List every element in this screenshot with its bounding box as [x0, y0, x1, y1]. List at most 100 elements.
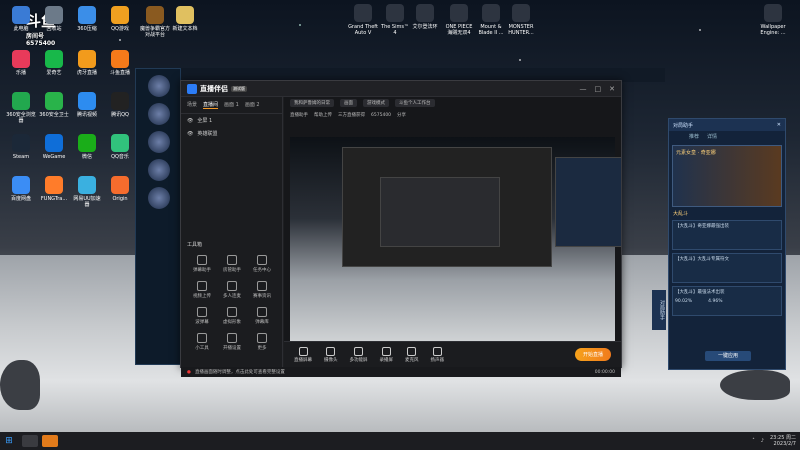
tab-scene[interactable]: 场景	[187, 101, 197, 109]
desktop-icon[interactable]: 微信	[72, 134, 102, 160]
desktop-icon[interactable]: 此电脑	[6, 6, 36, 32]
desktop-icon[interactable]: WeGame	[39, 134, 69, 160]
tab-live-room[interactable]: 直播间	[203, 101, 219, 109]
taskbar-app-streaming[interactable]	[42, 435, 58, 447]
desktop-icon[interactable]: 爱奇艺	[39, 50, 69, 76]
desktop-icon[interactable]: 魔兽争霸官方对战平台	[140, 6, 170, 38]
windows-icon[interactable]: ⊞	[0, 436, 18, 446]
desktop-icon[interactable]: Origin	[105, 176, 135, 202]
tab-scene-2[interactable]: 画面 2	[245, 101, 260, 109]
close-icon[interactable]: ✕	[777, 122, 781, 128]
desktop-icon[interactable]: 360压缩	[72, 6, 102, 32]
preview-mode-button[interactable]: 游戏模式	[363, 99, 389, 107]
watermark-room-label: 房间号	[26, 33, 45, 40]
desktop-icon[interactable]: QQ音乐	[105, 134, 135, 160]
microphone-button[interactable]: 麦克风	[405, 346, 419, 363]
desktop-icon[interactable]: 艾尔登法环	[410, 4, 440, 30]
build-row[interactable]: 【大乱斗】最强法术出装 90.02% 4.96%	[672, 286, 782, 316]
toolbox-item[interactable]: 虚拟形象	[217, 307, 247, 325]
desktop-icon[interactable]: 360安全卫士	[39, 92, 69, 118]
record-screen-button[interactable]: 录播屏	[380, 346, 393, 363]
champion-thumb[interactable]	[148, 131, 170, 153]
desktop-icon[interactable]: 百度网盘	[6, 176, 36, 202]
tab-recommend[interactable]: 推荐	[689, 133, 699, 140]
tab-scene-1[interactable]: 画面 1	[224, 101, 239, 109]
desktop-icon[interactable]: Wallpaper Engine: ...	[758, 4, 788, 36]
source-item[interactable]: 👁 全屏 1	[181, 114, 282, 127]
champion-thumb[interactable]	[148, 75, 170, 97]
eye-icon[interactable]: 👁	[187, 118, 193, 124]
desktop-icon[interactable]: 360安全浏览器	[6, 92, 36, 124]
archive-icon	[78, 6, 96, 24]
camera-button[interactable]: 摄像头	[324, 346, 338, 363]
desktop-icon[interactable]: FUNGTra...	[39, 176, 69, 202]
toolbox-item[interactable]: 房管助手	[217, 255, 247, 273]
helper-side-tab[interactable]: 对局助手	[652, 290, 666, 330]
preview-workspace-button[interactable]: 斗鱼个人工作台	[395, 99, 435, 107]
desktop-icon[interactable]: Grand Theft Auto V	[348, 4, 378, 36]
desktop-icon-label: Mount & Blade II ...	[478, 24, 504, 36]
tab-detail[interactable]: 详情	[707, 133, 717, 140]
clock[interactable]: 23:25 周二 2023/2/7	[770, 435, 796, 447]
one-piece-icon	[450, 4, 468, 22]
stat-item: 直播助手	[290, 113, 308, 118]
desktop-icon[interactable]: 新建文本档	[170, 6, 200, 32]
desktop-icon-label: 微信	[81, 154, 92, 160]
champion-thumb[interactable]	[148, 159, 170, 181]
toolbox-item[interactable]: 更多	[247, 333, 277, 351]
preview-title[interactable]: 我和萨鲁姆的日常	[290, 99, 334, 107]
speaker-icon[interactable]: ♪	[761, 438, 764, 444]
qq-game-icon	[111, 6, 129, 24]
desktop-icon[interactable]: MONSTER HUNTER...	[506, 4, 536, 36]
lane-label: 大乱斗	[673, 211, 689, 217]
toolbox-item[interactable]: 任务中心	[247, 255, 277, 273]
toolbox-item[interactable]: 开播设置	[217, 333, 247, 351]
champion-thumb[interactable]	[148, 103, 170, 125]
build-row[interactable]: 【大乱斗】大乱斗专属符文	[672, 253, 782, 283]
desktop-icon[interactable]: Steam	[6, 134, 36, 160]
toolbox-item[interactable]: 视频上传	[187, 281, 217, 299]
button-label: 扬声器	[430, 357, 445, 363]
apply-all-button[interactable]: 一键应用	[705, 351, 751, 361]
toolbox-item[interactable]: 小工具	[187, 333, 217, 351]
status-text[interactable]: 直播画面随时调整，点击此处可查看完整设置	[195, 369, 285, 375]
toolbox-item[interactable]: 波弹幕	[187, 307, 217, 325]
desktop-icon[interactable]: The Sims™ 4	[380, 4, 410, 36]
multi-screen-button[interactable]: 多功能屏	[350, 346, 368, 363]
toolbox-item[interactable]: 弹幕助手	[187, 255, 217, 273]
desktop-icon[interactable]: 网易UU加速器	[72, 176, 102, 208]
desktop-icon-label: 魔兽争霸官方对战平台	[140, 26, 171, 38]
toolbox-item[interactable]: 多人连麦	[217, 281, 247, 299]
desktop-icon[interactable]: 腾讯视频	[72, 92, 102, 118]
desktop-icon[interactable]: QQ游戏	[105, 6, 135, 32]
close-button[interactable]: ✕	[609, 85, 615, 93]
preview-scene-button[interactable]: 画面	[340, 99, 357, 107]
build-row[interactable]: 【大乱斗】奇亚娜最强出装	[672, 220, 782, 250]
toolbox-item[interactable]: 赛事资讯	[247, 281, 277, 299]
taskbar-app-file-explorer[interactable]	[22, 435, 38, 447]
desktop-icon[interactable]: ONE PIECE 海贼无双4	[444, 4, 474, 36]
desktop-icon[interactable]: 乐播	[6, 50, 36, 76]
desktop-icon[interactable]: Mount & Blade II ...	[476, 4, 506, 36]
desktop-icon[interactable]: 回收站	[39, 6, 69, 32]
source-item[interactable]: 👁 英雄联盟	[181, 127, 282, 140]
chevron-up-icon[interactable]: ˄	[752, 438, 755, 444]
desktop-icon[interactable]: 腾讯QQ	[105, 92, 135, 118]
stat-item: 帮助上传	[314, 113, 332, 118]
desktop-icon[interactable]: 斗鱼直播	[105, 50, 135, 76]
stream-preview[interactable]	[290, 137, 621, 341]
screen-capture-button[interactable]: 直播屏幕	[294, 346, 312, 363]
eye-icon[interactable]: 👁	[187, 131, 193, 137]
champion-thumb[interactable]	[148, 187, 170, 209]
toolbox-item[interactable]: 弹幕库	[247, 307, 277, 325]
helper-titlebar: 对局助手 ✕	[669, 119, 785, 131]
gta-icon	[354, 4, 372, 22]
start-live-button[interactable]: 开始直播	[574, 348, 611, 361]
desktop-icon-label: 腾讯QQ	[111, 112, 129, 118]
desktop-icon[interactable]: 虎牙直播	[72, 50, 102, 76]
multi-screen-icon	[354, 346, 363, 356]
desktop-icon-label: 网易UU加速器	[73, 196, 101, 208]
minimize-button[interactable]: —	[580, 85, 587, 93]
maximize-button[interactable]: □	[595, 85, 602, 93]
speaker-button[interactable]: 扬声器	[430, 346, 445, 363]
